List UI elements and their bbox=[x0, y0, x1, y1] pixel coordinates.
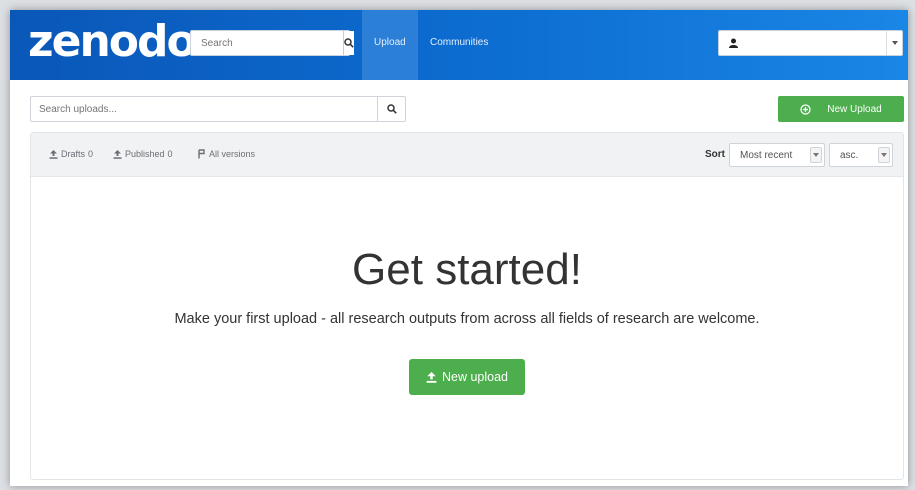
panel-header: Drafts 0 Published 0 All versions Sort M… bbox=[31, 133, 903, 177]
nav-search-button[interactable] bbox=[343, 31, 354, 55]
user-icon bbox=[729, 38, 738, 48]
sort-direction-value: asc. bbox=[840, 149, 859, 161]
filter-published-label: Published bbox=[125, 149, 165, 159]
plus-circle-icon bbox=[800, 103, 811, 115]
zenodo-logo[interactable]: zenodo bbox=[28, 14, 197, 70]
chevron-down-icon bbox=[810, 147, 822, 163]
filter-published[interactable]: Published 0 bbox=[113, 149, 173, 159]
navbar: zenodo Upload Communities bbox=[10, 10, 908, 80]
sort-label: Sort bbox=[705, 149, 725, 160]
chevron-down-icon bbox=[878, 147, 890, 163]
sort-direction-select[interactable]: asc. bbox=[829, 143, 893, 167]
new-upload-button[interactable]: New upload bbox=[409, 359, 525, 395]
search-icon bbox=[344, 38, 354, 48]
search-icon bbox=[386, 104, 397, 114]
new-upload-top-label: New Upload bbox=[827, 103, 882, 115]
uploads-panel: Drafts 0 Published 0 All versions Sort M… bbox=[30, 132, 904, 480]
upload-icon bbox=[426, 371, 437, 383]
upload-icon bbox=[49, 149, 58, 159]
chevron-down-icon bbox=[886, 31, 902, 55]
version-fork-icon bbox=[198, 149, 205, 159]
nav-link-upload[interactable]: Upload bbox=[362, 10, 418, 80]
uploads-search-button[interactable] bbox=[377, 97, 405, 121]
filter-drafts[interactable]: Drafts 0 bbox=[49, 149, 93, 159]
sort-order-value: Most recent bbox=[740, 149, 793, 161]
filter-all-versions-label: All versions bbox=[209, 149, 256, 159]
uploads-search-box bbox=[30, 96, 406, 122]
browser-window: zenodo Upload Communities bbox=[10, 10, 908, 486]
filter-published-count: 0 bbox=[167, 149, 173, 159]
empty-state-title: Get started! bbox=[352, 245, 582, 294]
new-upload-button-label: New upload bbox=[441, 370, 508, 384]
new-upload-top-button[interactable]: New Upload bbox=[778, 96, 904, 122]
nav-search-input[interactable] bbox=[191, 31, 343, 55]
filter-drafts-count: 0 bbox=[88, 149, 94, 159]
filter-all-versions[interactable]: All versions bbox=[197, 149, 255, 159]
nav-link-communities[interactable]: Communities bbox=[418, 10, 500, 80]
uploads-search-input[interactable] bbox=[31, 97, 377, 121]
upload-icon bbox=[113, 149, 122, 159]
sort-order-select[interactable]: Most recent bbox=[729, 143, 825, 167]
user-menu[interactable] bbox=[718, 30, 903, 56]
nav-search-box bbox=[190, 30, 354, 56]
empty-state-subtitle: Make your first upload - all research ou… bbox=[174, 311, 760, 327]
filter-drafts-label: Drafts bbox=[61, 149, 86, 159]
